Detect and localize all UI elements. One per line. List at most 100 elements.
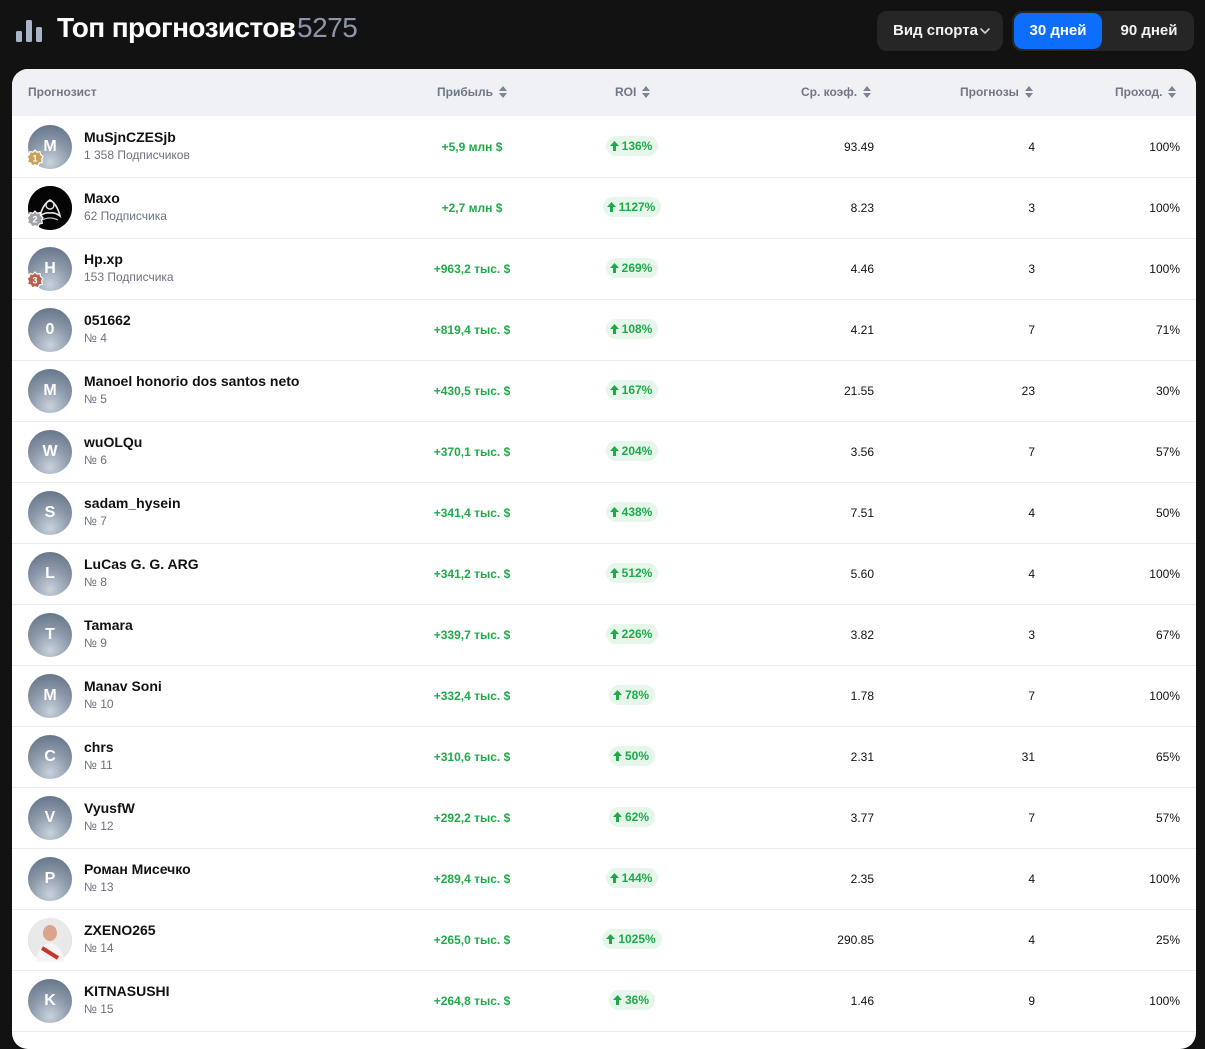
avatar[interactable]: 0 <box>28 308 72 352</box>
avatar[interactable]: T <box>28 613 72 657</box>
col-forecasts[interactable]: Прогнозы <box>960 69 1033 116</box>
profit-value: +289,4 тыс. $ <box>433 872 511 886</box>
forecaster-name[interactable]: Manav Soni <box>84 678 162 694</box>
table-row[interactable]: Cchrs № 11 +310,6 тыс. $ 50% 2.31 31 65% <box>12 727 1196 788</box>
roi-cell: 438% <box>532 502 732 524</box>
forecaster-name[interactable]: ZXENO265 <box>84 922 156 938</box>
forecaster-name[interactable]: 051662 <box>84 312 131 328</box>
avg-coef-value: 21.55 <box>843 384 874 398</box>
roi-value: 144% <box>621 871 653 885</box>
forecasts-count-value: 7 <box>1028 323 1035 337</box>
roi-cell: 1127% <box>532 197 732 219</box>
table-row[interactable]: Ssadam_hysein № 7 +341,4 тыс. $ 438% 7.51 4 50… <box>12 483 1196 544</box>
forecaster-subtitle: 153 Подписчика <box>84 270 174 284</box>
forecasts-count-value: 4 <box>1028 933 1035 947</box>
roi-cell: 36% <box>532 990 732 1012</box>
forecasts-count-value: 7 <box>1028 689 1035 703</box>
forecaster-name[interactable]: KITNASUSHI <box>84 983 170 999</box>
forecaster-name[interactable]: VyusfW <box>84 800 135 816</box>
forecaster-name[interactable]: Maxo <box>84 190 120 206</box>
table-row[interactable]: K KITNASUSHI № 15 +264,8 тыс. $ 36% 1.46 9 100% <box>12 971 1196 1032</box>
pass-rate-value: 100% <box>1149 262 1180 276</box>
forecaster-name[interactable]: Manoel honorio dos santos neto <box>84 373 299 389</box>
forecaster-subtitle: № 15 <box>84 1002 114 1016</box>
svg-text:2: 2 <box>32 214 37 224</box>
forecasts-count-value: 3 <box>1028 201 1035 215</box>
roi-value: 226% <box>621 627 653 641</box>
col-profit[interactable]: Прибыль <box>437 69 507 116</box>
avatar[interactable]: V <box>28 796 72 840</box>
table-row[interactable]: H 3 Hp.xp 153 Подписчика +963,2 тыс. $269% 4.… <box>12 239 1196 300</box>
table-row[interactable]: L LuCas G. G. ARG № 8 +341,2 тыс. $ 512% 5.60… <box>12 544 1196 605</box>
table-row[interactable]: M 1 MuSjnCZESjb 1 358 Подписчиков +5,9 млн $… <box>12 117 1196 178</box>
table-row[interactable]: WwuOLQu № 6 +370,1 тыс. $ 204% 3.56 7 57% <box>12 422 1196 483</box>
avatar[interactable]: M <box>28 369 72 413</box>
sort-icon <box>642 85 651 98</box>
avatar-initial: M <box>43 687 57 704</box>
arrow-up-icon <box>609 324 619 334</box>
profit-value: +265,0 тыс. $ <box>433 933 511 947</box>
bar-chart-icon <box>16 20 42 42</box>
forecaster-name[interactable]: Tamara <box>84 617 133 633</box>
forecaster-name[interactable]: MuSjnCZESjb <box>84 129 176 145</box>
medal-badge-icon: 3 <box>26 271 44 289</box>
roi-value: 1127% <box>618 200 656 214</box>
col-avg-coef-label: Ср. коэф. <box>801 85 858 99</box>
forecaster-name[interactable]: sadam_hysein <box>84 495 181 511</box>
roi-value: 136% <box>621 139 653 153</box>
avatar[interactable]: S <box>28 491 72 535</box>
table-row[interactable]: Р Роман Мисечко № 13 +289,4 тыс. $ 144% 2.35 4… <box>12 849 1196 910</box>
avatar[interactable]: C <box>28 735 72 779</box>
avatar-initial: M <box>43 138 57 155</box>
roi-badge: 1025% <box>602 929 662 949</box>
table-header: Прогнозист Прибыль ROI Ср. коэф. Прогноз… <box>12 69 1196 116</box>
col-forecaster: Прогнозист <box>28 69 97 116</box>
table-row[interactable]: V VyusfW № 12 +292,2 тыс. $ 62% 3.77 7 57% <box>12 788 1196 849</box>
roi-badge: 144% <box>605 868 659 888</box>
col-forecaster-label: Прогнозист <box>28 85 97 99</box>
avatar-photo <box>28 918 72 962</box>
roi-value: 78% <box>624 688 650 702</box>
avatar[interactable]: K <box>28 979 72 1023</box>
roi-value: 50% <box>624 749 650 763</box>
table-row[interactable]: 2 Maxo 62 Подписчика +2,7 млн $ 1127% 8.23 3 10… <box>12 178 1196 239</box>
pass-rate-value: 65% <box>1155 750 1180 764</box>
period-30-days-button[interactable]: 30 дней <box>1014 13 1102 49</box>
arrow-up-icon <box>612 751 622 761</box>
arrow-up-icon <box>609 385 619 395</box>
forecaster-name[interactable]: wuOLQu <box>84 434 142 450</box>
forecasts-count-value: 23 <box>1021 384 1035 398</box>
avatar[interactable]: Р <box>28 857 72 901</box>
table-row[interactable]: M Manav Soni № 10 +332,4 тыс. $ 78% 1.78 7 100% <box>12 666 1196 727</box>
sport-filter-dropdown[interactable]: Вид спорта <box>877 11 1003 51</box>
forecasters-count: 5275 <box>297 12 358 43</box>
forecaster-name[interactable]: Hp.xp <box>84 251 123 267</box>
forecaster-subtitle: 62 Подписчика <box>84 209 167 223</box>
forecaster-name[interactable]: chrs <box>84 739 114 755</box>
avatar[interactable]: M <box>28 674 72 718</box>
table-row[interactable]: T Tamara № 9 +339,7 тыс. $ 226% 3.82 3 67% <box>12 605 1196 666</box>
forecaster-name[interactable]: LuCas G. G. ARG <box>84 556 199 572</box>
arrow-up-icon <box>609 568 619 578</box>
avg-coef-value: 3.77 <box>850 811 874 825</box>
roi-badge: 167% <box>605 380 659 400</box>
avatar[interactable] <box>28 918 72 962</box>
forecaster-name[interactable]: Роман Мисечко <box>84 861 191 877</box>
col-avg-coef[interactable]: Ср. коэф. <box>801 69 872 116</box>
forecaster-subtitle: № 6 <box>84 453 107 467</box>
avatar[interactable]: W <box>28 430 72 474</box>
avatar[interactable]: L <box>28 552 72 596</box>
forecaster-subtitle: № 11 <box>84 758 113 772</box>
col-pass-rate[interactable]: Проход. <box>1115 69 1177 116</box>
pass-rate-value: 100% <box>1149 689 1180 703</box>
avatar-initial: K <box>44 992 56 1009</box>
table-row[interactable]: ZXENO265 № 14 +265,0 тыс. $ 1025% 290.85 4 25% <box>12 910 1196 971</box>
profit-value: +292,2 тыс. $ <box>433 811 511 825</box>
table-row[interactable]: M Manoel honorio dos santos neto № 5 +430,5… <box>12 361 1196 422</box>
svg-text:3: 3 <box>32 275 37 285</box>
table-row[interactable]: 0 051662 № 4 +819,4 тыс. $ 108% 4.21 7 71% <box>12 300 1196 361</box>
arrow-up-icon <box>609 507 619 517</box>
period-90-days-button[interactable]: 90 дней <box>1106 13 1192 49</box>
pass-rate-value: 57% <box>1155 811 1180 825</box>
col-roi[interactable]: ROI <box>615 69 651 116</box>
